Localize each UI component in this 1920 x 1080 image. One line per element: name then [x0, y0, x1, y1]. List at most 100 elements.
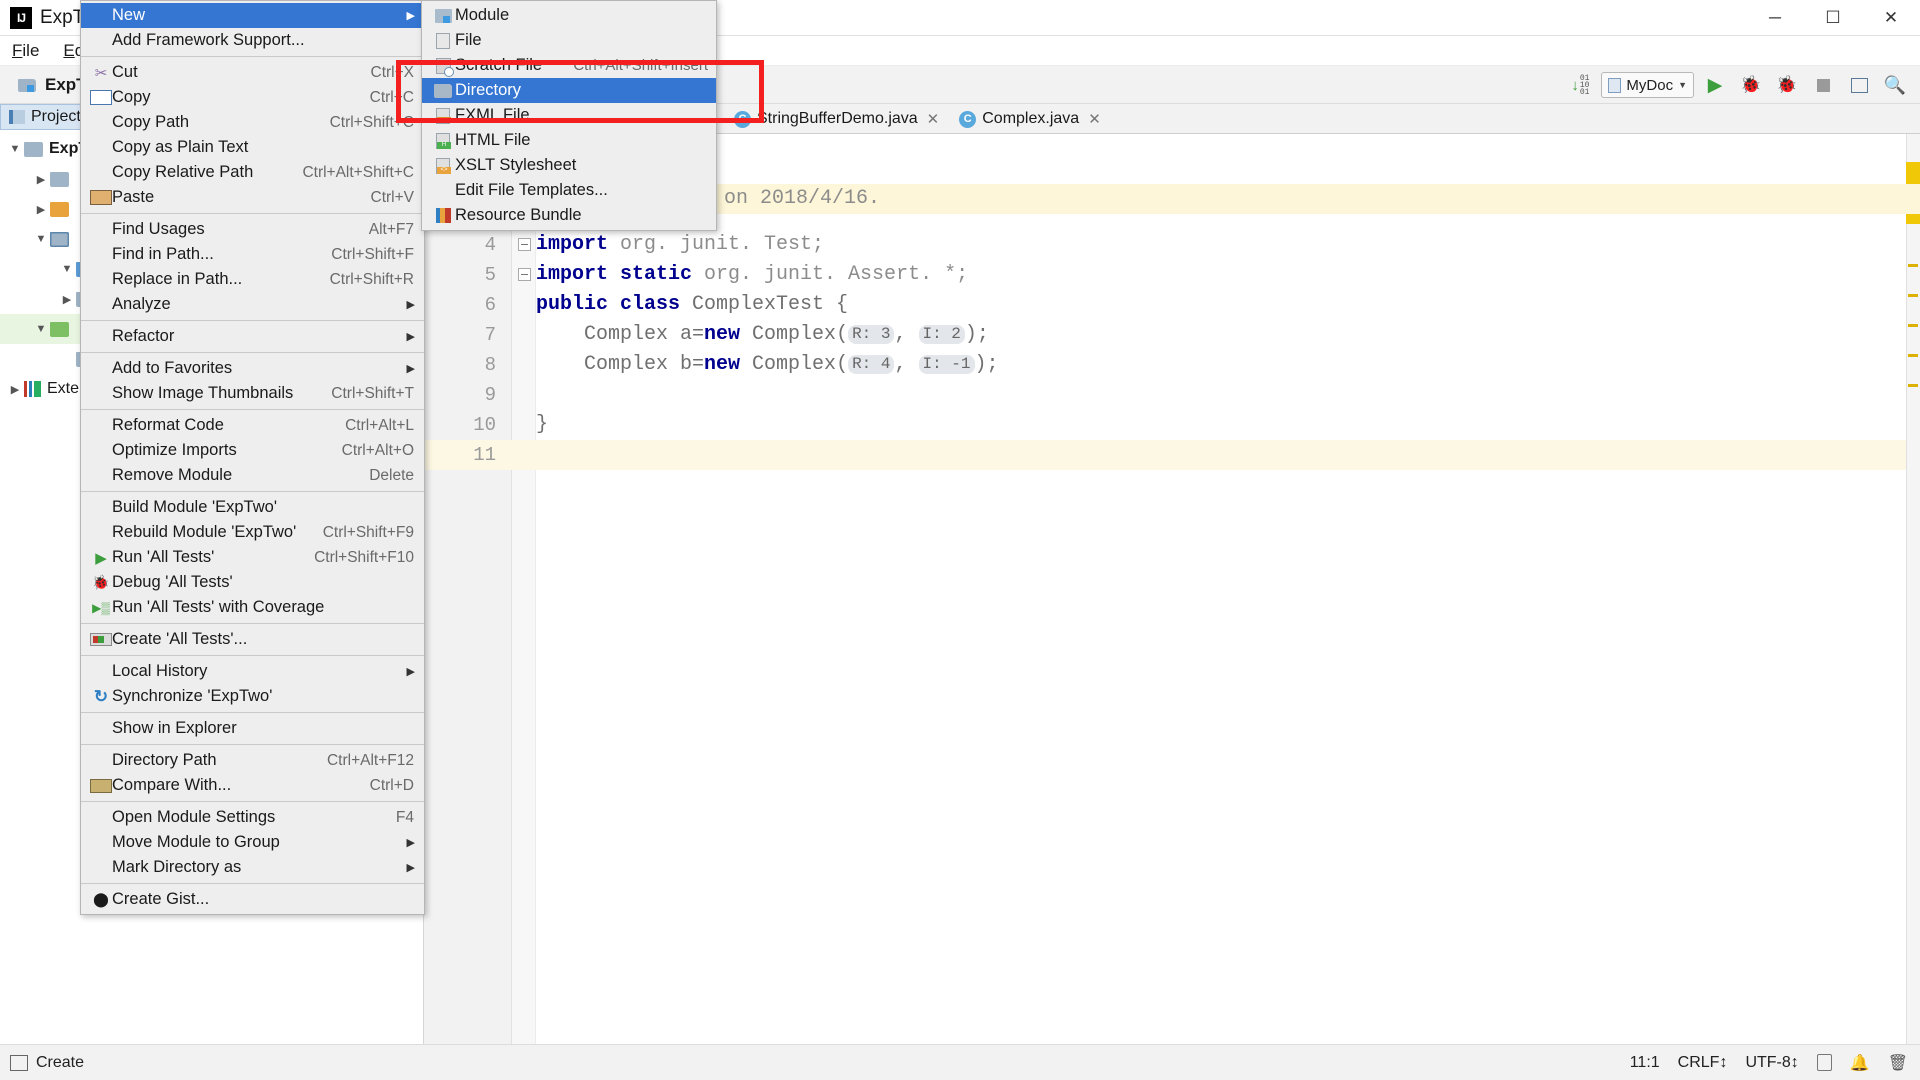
new-submenu[interactable]: Module File Scratch File Ctrl+Alt+Shift+Ins… — [421, 0, 717, 231]
context-menu-item[interactable]: Find Usages Alt+F7 — [81, 217, 424, 242]
tree-twisty-icon[interactable]: ▶ — [32, 173, 50, 186]
context-menu-item[interactable]: Replace in Path... Ctrl+Shift+R — [81, 267, 424, 292]
context-menu-item[interactable]: Create 'All Tests'... — [81, 627, 424, 652]
context-menu-item[interactable]: Run 'All Tests' Ctrl+Shift+F10 — [81, 545, 424, 570]
submenu-item[interactable]: File — [422, 28, 716, 53]
code-token: org. junit. Assert. *; — [704, 263, 969, 286]
submenu-item[interactable]: FXML File — [422, 103, 716, 128]
context-menu-item[interactable]: Paste Ctrl+V — [81, 185, 424, 210]
context-menu-item[interactable]: Cut Ctrl+X — [81, 60, 424, 85]
context-menu-item[interactable]: Optimize Imports Ctrl+Alt+O — [81, 438, 424, 463]
tree-twisty-icon[interactable]: ▶ — [6, 383, 24, 396]
context-menu-item[interactable]: Build Module 'ExpTwo' — [81, 495, 424, 520]
layout-button[interactable] — [1844, 71, 1874, 99]
maximize-button[interactable]: ☐ — [1804, 0, 1862, 36]
tree-twisty-icon[interactable]: ▶ — [32, 203, 50, 216]
tree-twisty-icon[interactable]: ▼ — [32, 233, 50, 245]
context-menu-item[interactable]: Synchronize 'ExpTwo' — [81, 684, 424, 709]
terminal-icon[interactable] — [10, 1054, 28, 1071]
context-menu-item-label: Analyze — [112, 295, 171, 313]
context-menu-item[interactable]: New ▶ — [81, 3, 424, 28]
context-menu-item[interactable]: Copy Path Ctrl+Shift+C — [81, 110, 424, 135]
context-menu-item[interactable]: Directory Path Ctrl+Alt+F12 — [81, 748, 424, 773]
cut-icon — [90, 64, 112, 82]
code-line: 9 — [424, 380, 1906, 410]
code-token: ); — [974, 353, 999, 376]
context-menu-item[interactable]: Copy Relative Path Ctrl+Alt+Shift+C — [81, 160, 424, 185]
submenu-item[interactable]: Resource Bundle — [422, 203, 716, 228]
submenu-item[interactable]: Directory — [422, 78, 716, 103]
code-token: new — [704, 323, 741, 346]
fold-marker-icon[interactable] — [518, 238, 531, 251]
context-menu-item[interactable]: Refactor ▶ — [81, 324, 424, 349]
context-menu-item[interactable]: Reformat Code Ctrl+Alt+L — [81, 413, 424, 438]
context-menu-item-label: Show in Explorer — [112, 719, 237, 737]
context-menu-item[interactable]: Debug 'All Tests' — [81, 570, 424, 595]
context-menu-item[interactable]: Mark Directory as ▶ — [81, 855, 424, 880]
debug-button[interactable]: 🐞 — [1736, 71, 1766, 99]
code-editor[interactable]: on 2018/4/16. 4 import org. junit. Test; 5… — [424, 134, 1920, 1044]
context-menu[interactable]: New ▶ Add Framework Support... Cut Ctrl+X Cop… — [80, 0, 425, 915]
context-menu-item[interactable]: Show Image Thumbnails Ctrl+Shift+T — [81, 381, 424, 406]
context-menu-item[interactable]: Open Module Settings F4 — [81, 805, 424, 830]
trash-icon[interactable]: 🗑 — [1888, 1053, 1908, 1073]
editor-tab[interactable]: C StringBufferDemo.java ✕ — [724, 104, 950, 133]
context-menu-item[interactable]: Local History ▶ — [81, 659, 424, 684]
fold-marker-icon[interactable] — [518, 268, 531, 281]
context-menu-item-label: Copy — [112, 88, 151, 106]
lock-icon[interactable] — [1816, 1054, 1832, 1071]
minimize-button[interactable]: ─ — [1746, 0, 1804, 36]
submenu-item[interactable]: Module — [422, 3, 716, 28]
menu-shortcut: Ctrl+Shift+F9 — [322, 523, 414, 541]
close-icon[interactable]: ✕ — [1088, 110, 1101, 128]
menu-separator — [81, 213, 424, 214]
context-menu-item[interactable]: Move Module to Group ▶ — [81, 830, 424, 855]
context-menu-item[interactable]: Copy as Plain Text — [81, 135, 424, 160]
folder-icon — [50, 321, 69, 337]
submenu-item[interactable]: XSLT Stylesheet — [422, 153, 716, 178]
context-menu-item[interactable]: Rebuild Module 'ExpTwo' Ctrl+Shift+F9 — [81, 520, 424, 545]
tree-twisty-icon[interactable]: ▼ — [58, 263, 76, 275]
bell-icon[interactable]: 🔔 — [1850, 1053, 1870, 1073]
context-menu-item-label: Synchronize 'ExpTwo' — [112, 687, 273, 705]
tree-twisty-icon[interactable]: ▶ — [58, 293, 76, 306]
context-menu-item[interactable]: Run 'All Tests' with Coverage — [81, 595, 424, 620]
stop-button[interactable] — [1808, 71, 1838, 99]
context-menu-item[interactable]: Add to Favorites ▶ — [81, 356, 424, 381]
file-encoding[interactable]: UTF-8↕ — [1745, 1054, 1798, 1072]
menubar-item-file[interactable]: File — [0, 39, 51, 63]
app-logo-icon: IJ — [10, 6, 32, 29]
submenu-item-label: File — [455, 31, 482, 49]
editor-tab[interactable]: C Complex.java ✕ — [949, 104, 1111, 133]
context-menu-item[interactable]: Analyze ▶ — [81, 292, 424, 317]
close-button[interactable]: ✕ — [1862, 0, 1920, 36]
close-icon[interactable]: ✕ — [927, 110, 940, 128]
submenu-item[interactable]: Scratch File Ctrl+Alt+Shift+Insert — [422, 53, 716, 78]
context-menu-item[interactable]: Compare With... Ctrl+D — [81, 773, 424, 798]
tree-twisty-icon[interactable]: ▼ — [6, 143, 24, 155]
tree-node-label: Exte — [47, 380, 80, 397]
java-class-icon: C — [734, 110, 751, 128]
context-menu-item[interactable]: Create Gist... — [81, 887, 424, 912]
code-token: Complex( — [740, 353, 849, 376]
context-menu-item[interactable]: Add Framework Support... — [81, 28, 424, 53]
context-menu-item[interactable]: Show in Explorer — [81, 716, 424, 741]
error-marker-gutter[interactable] — [1906, 134, 1920, 1044]
line-separator[interactable]: CRLF↕ — [1678, 1054, 1728, 1072]
context-menu-item[interactable]: Find in Path... Ctrl+Shift+F — [81, 242, 424, 267]
coverage-button[interactable]: 🐞 — [1772, 71, 1802, 99]
submenu-icon-slot — [431, 32, 455, 49]
context-menu-item-label: Paste — [112, 188, 155, 206]
context-menu-item[interactable]: Copy Ctrl+C — [81, 85, 424, 110]
binary-toggle-icon[interactable]: ↓ 01 10 01 — [1565, 71, 1595, 99]
tree-twisty-icon[interactable]: ▼ — [32, 323, 50, 335]
submenu-item[interactable]: HTML File — [422, 128, 716, 153]
context-menu-item[interactable]: Remove Module Delete — [81, 463, 424, 488]
menu-shortcut: Ctrl+Shift+F — [331, 245, 414, 263]
run-button[interactable]: ▶ — [1700, 71, 1730, 99]
search-button[interactable]: 🔍 — [1880, 71, 1910, 99]
submenu-arrow-icon: ▶ — [406, 837, 415, 849]
caret-position[interactable]: 11:1 — [1630, 1054, 1660, 1072]
run-configuration-selector[interactable]: MyDoc ▼ — [1601, 72, 1694, 98]
submenu-item[interactable]: Edit File Templates... — [422, 178, 716, 203]
